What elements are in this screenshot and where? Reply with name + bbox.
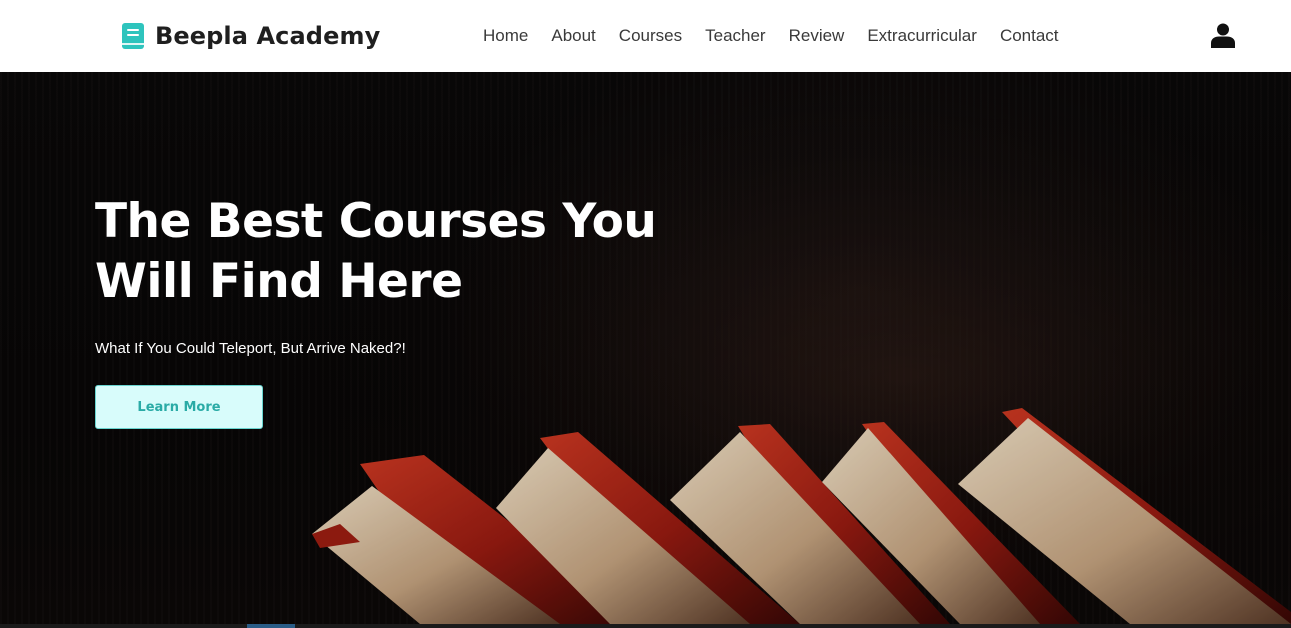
hero-title-line-2: Will Find Here — [95, 254, 463, 309]
navbar: Beepla Academy Home About Courses Teache… — [0, 0, 1291, 72]
bottom-accent-bar — [247, 624, 295, 628]
nav-link-about[interactable]: About — [551, 24, 595, 48]
bottom-edge-strip — [0, 624, 1291, 628]
user-account-button[interactable] — [1211, 23, 1235, 48]
hero-subtitle: What If You Could Teleport, But Arrive N… — [95, 340, 406, 357]
nav-link-home[interactable]: Home — [483, 24, 528, 48]
hero-section: The Best Courses You Will Find Here What… — [0, 72, 1291, 624]
hero-title-line-1: The Best Courses You — [95, 194, 657, 249]
brand-name: Beepla Academy — [155, 22, 381, 50]
nav-link-extracurricular[interactable]: Extracurricular — [867, 24, 977, 48]
nav-link-review[interactable]: Review — [789, 24, 845, 48]
nav-link-contact[interactable]: Contact — [1000, 24, 1059, 48]
book-icon — [122, 23, 144, 49]
learn-more-button[interactable]: Learn More — [95, 385, 263, 429]
user-icon — [1211, 23, 1235, 48]
nav-link-courses[interactable]: Courses — [619, 24, 682, 48]
brand-logo-link[interactable]: Beepla Academy — [121, 20, 380, 52]
nav-link-teacher[interactable]: Teacher — [705, 24, 765, 48]
nav-menu: Home About Courses Teacher Review Extrac… — [483, 24, 1059, 48]
hero-title: The Best Courses You Will Find Here — [95, 192, 695, 312]
